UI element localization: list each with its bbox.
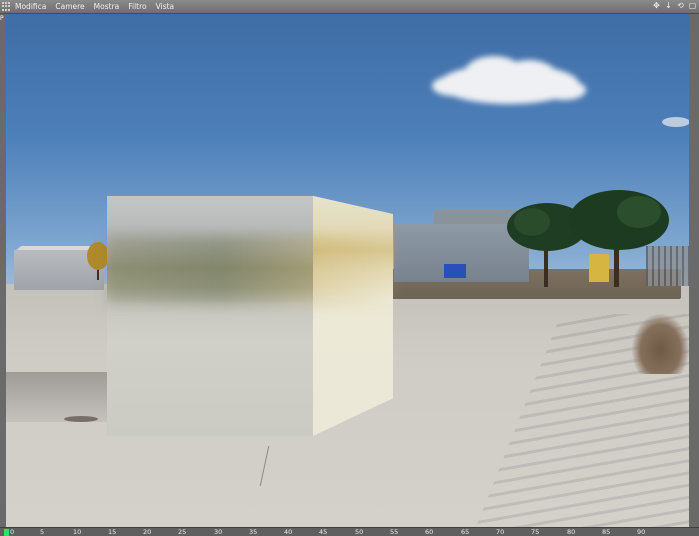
- menu-vista[interactable]: Vista: [156, 0, 175, 13]
- blue-container: [444, 264, 466, 278]
- render-viewport[interactable]: [6, 14, 689, 527]
- cloud-small: [662, 117, 689, 127]
- maximize-icon[interactable]: ▢: [688, 1, 697, 11]
- zoom-icon[interactable]: ↓: [664, 1, 673, 11]
- cube-side-face: [313, 195, 393, 436]
- menu-mostra[interactable]: Mostra: [94, 0, 120, 13]
- rotate-icon[interactable]: ⟲: [676, 1, 685, 11]
- cloud: [432, 56, 586, 104]
- panel-grip-icon[interactable]: [2, 2, 12, 11]
- viewport-nav-icons: ✥ ↓ ⟲ ▢: [652, 1, 697, 11]
- cube-reflection-blur: [107, 236, 393, 306]
- menu-filtro[interactable]: Filtro: [128, 0, 146, 13]
- cube-shadow: [6, 372, 107, 422]
- pine-tree-right: [569, 190, 669, 287]
- dry-bush: [632, 314, 689, 374]
- menu-bar: Modifica Camere Mostra Filtro Vista ✥ ↓ …: [0, 0, 699, 14]
- viewport-side-label: P: [0, 15, 4, 22]
- menu-modifica[interactable]: Modifica: [15, 0, 46, 13]
- ground-stain: [64, 416, 98, 422]
- viewport-right-border: [689, 14, 699, 527]
- move-icon[interactable]: ✥: [652, 1, 661, 11]
- menu-camere[interactable]: Camere: [55, 0, 84, 13]
- cube-front-face: [107, 196, 313, 436]
